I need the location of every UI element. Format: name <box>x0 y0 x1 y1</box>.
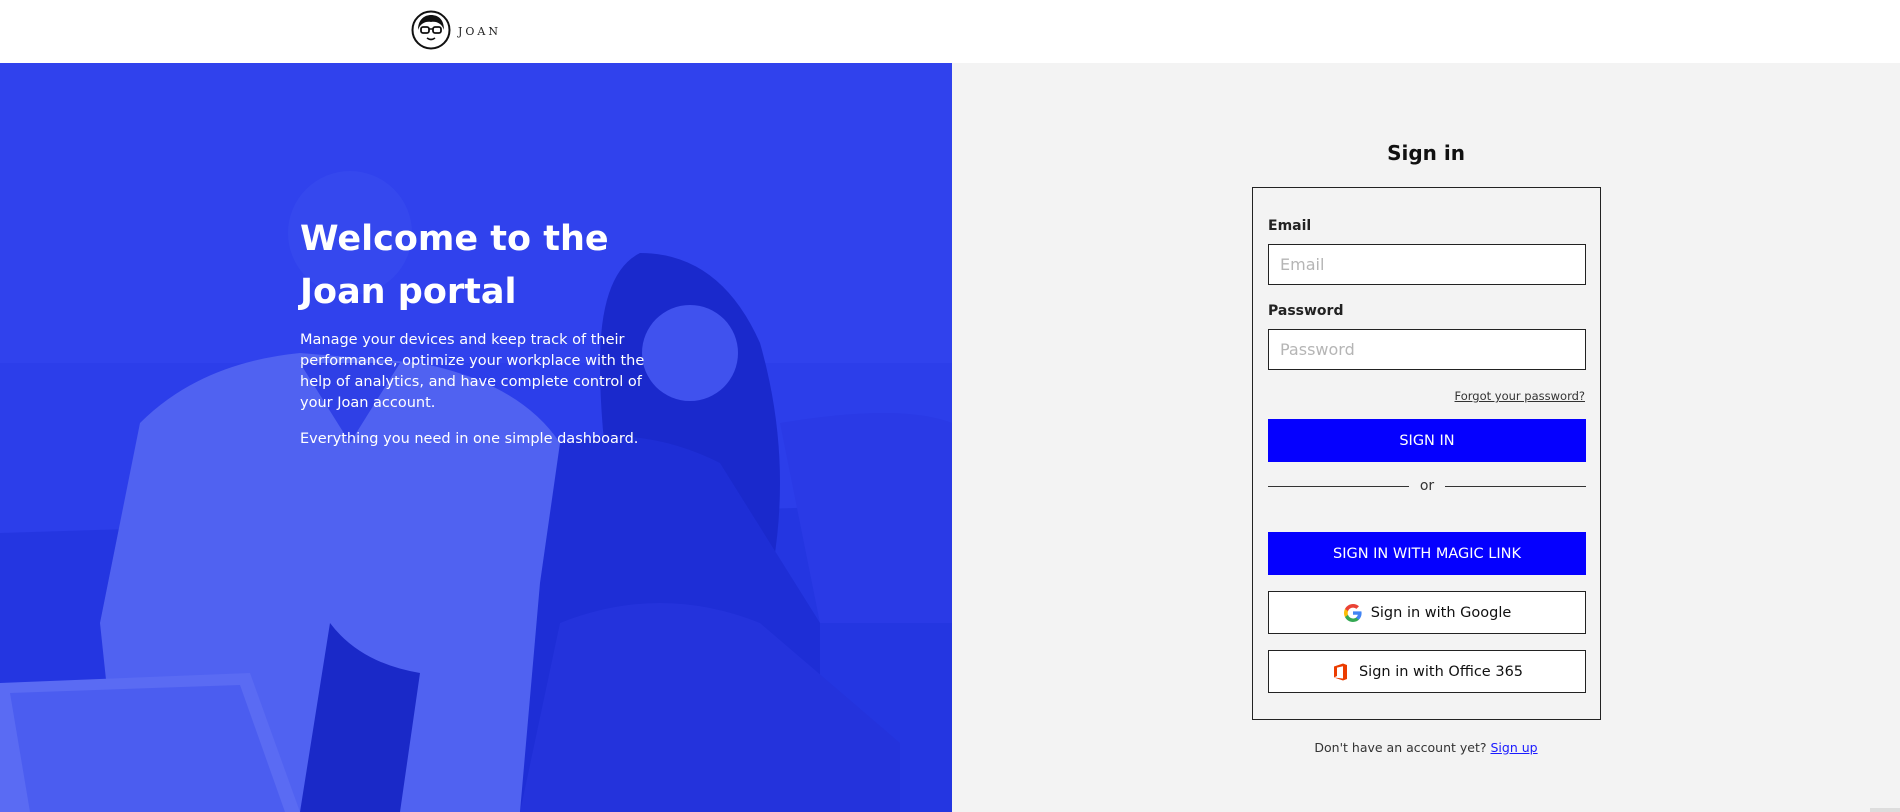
password-field[interactable] <box>1268 329 1586 370</box>
google-g-icon <box>1343 603 1363 623</box>
forgot-password-link[interactable]: Forgot your password? <box>1455 389 1585 403</box>
magic-link-button[interactable]: SIGN IN WITH MAGIC LINK <box>1268 532 1586 575</box>
hero-title: Welcome to the Joan portal <box>300 213 720 319</box>
divider-line-left <box>1268 485 1409 487</box>
divider-line-right <box>1445 485 1587 487</box>
signin-form: Email Password Forgot your password? SIG… <box>1252 187 1601 720</box>
logo-text: JOAN <box>458 24 501 38</box>
joan-face-logo-icon <box>411 10 451 50</box>
office365-signin-button[interactable]: Sign in with Office 365 <box>1268 650 1586 693</box>
hero-panel: Welcome to the Joan portal Manage your d… <box>0 63 952 812</box>
no-account-text: Don't have an account yet? <box>1314 740 1487 755</box>
signin-title: Sign in <box>1387 141 1465 165</box>
signup-prompt: Don't have an account yet? Sign up <box>952 740 1900 755</box>
email-field[interactable] <box>1268 244 1586 285</box>
google-signin-label: Sign in with Google <box>1370 604 1512 621</box>
hero-description: Manage your devices and keep track of th… <box>300 332 645 411</box>
or-divider: or <box>1268 476 1587 496</box>
password-label: Password <box>1268 303 1344 319</box>
office-365-icon <box>1331 662 1351 682</box>
hero-tagline: Everything you need in one simple dashbo… <box>300 431 639 447</box>
corner-strip <box>1870 808 1900 812</box>
top-header: JOAN <box>0 0 1900 63</box>
email-label: Email <box>1268 218 1312 234</box>
divider-or-text: or <box>1419 478 1435 494</box>
sign-in-button[interactable]: SIGN IN <box>1268 419 1586 462</box>
hero-title-line2: Joan portal <box>300 272 517 312</box>
hero-title-line1: Welcome to the <box>300 219 609 259</box>
joan-logo[interactable]: JOAN <box>411 10 501 50</box>
google-signin-button[interactable]: Sign in with Google <box>1268 591 1586 634</box>
office365-signin-label: Sign in with Office 365 <box>1358 663 1524 680</box>
sign-up-link[interactable]: Sign up <box>1490 740 1537 755</box>
signin-panel: Sign in Email Password Forgot your passw… <box>952 63 1900 812</box>
